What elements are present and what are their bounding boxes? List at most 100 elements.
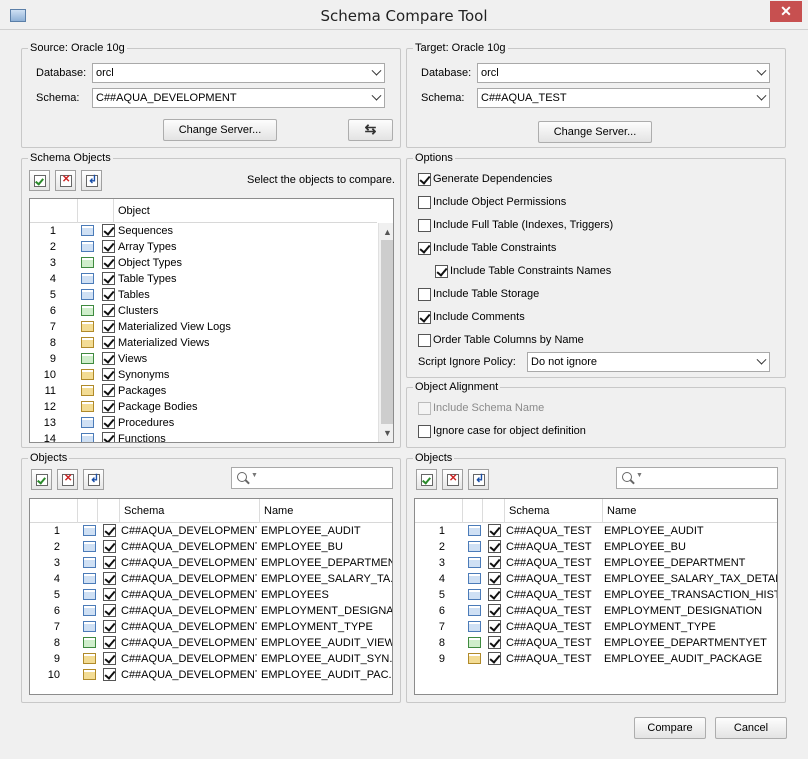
row-checkbox[interactable] [488, 604, 501, 617]
table-row[interactable]: 5 C##AQUA_DEVELOPMENT EMPLOYEES [30, 587, 392, 603]
table-row[interactable]: 6 C##AQUA_DEVELOPMENT EMPLOYMENT_DESIGNA..… [30, 603, 392, 619]
target-invert-icon[interactable] [468, 469, 489, 490]
column-name[interactable]: Name [260, 499, 392, 523]
option-checkbox[interactable] [418, 219, 431, 232]
object-checkbox[interactable] [102, 384, 115, 397]
row-checkbox[interactable] [103, 636, 116, 649]
table-row[interactable]: 2 C##AQUA_DEVELOPMENT EMPLOYEE_BU [30, 539, 392, 555]
row-checkbox[interactable] [103, 604, 116, 617]
table-row[interactable]: 9 C##AQUA_TEST EMPLOYEE_AUDIT_PACKAGE [415, 651, 777, 667]
row-checkbox[interactable] [103, 540, 116, 553]
object-checkbox[interactable] [102, 432, 115, 442]
object-checkbox[interactable] [102, 272, 115, 285]
row-checkbox[interactable] [103, 588, 116, 601]
source-search-input[interactable]: ▼ [231, 467, 393, 489]
row-checkbox[interactable] [103, 556, 116, 569]
column-object[interactable]: Object [114, 199, 377, 223]
row-checkbox[interactable] [488, 540, 501, 553]
ignore-case-checkbox[interactable] [418, 425, 431, 438]
option-checkbox[interactable] [418, 173, 431, 186]
object-checkbox[interactable] [102, 352, 115, 365]
cancel-button[interactable]: Cancel [715, 717, 787, 739]
object-checkbox[interactable] [102, 336, 115, 349]
row-checkbox[interactable] [488, 524, 501, 537]
invert-selection-icon[interactable] [81, 170, 102, 191]
select-all-icon[interactable] [29, 170, 50, 191]
list-item[interactable]: 1 Sequences [30, 223, 377, 239]
option-checkbox[interactable] [418, 334, 431, 347]
object-checkbox[interactable] [102, 224, 115, 237]
object-checkbox[interactable] [102, 288, 115, 301]
object-checkbox[interactable] [102, 256, 115, 269]
list-item[interactable]: 9 Views [30, 351, 377, 367]
table-row[interactable]: 5 C##AQUA_TEST EMPLOYEE_TRANSACTION_HIST..… [415, 587, 777, 603]
row-checkbox[interactable] [488, 620, 501, 633]
option-checkbox[interactable] [418, 196, 431, 209]
row-checkbox[interactable] [488, 636, 501, 649]
list-item[interactable]: 10 Synonyms [30, 367, 377, 383]
list-item[interactable]: 11 Packages [30, 383, 377, 399]
table-row[interactable]: 9 C##AQUA_DEVELOPMENT EMPLOYEE_AUDIT_SYN..… [30, 651, 392, 667]
target-select-all-icon[interactable] [416, 469, 437, 490]
close-button[interactable]: ✕ [770, 1, 802, 22]
source-select-all-icon[interactable] [31, 469, 52, 490]
table-row[interactable]: 10 C##AQUA_DEVELOPMENT EMPLOYEE_AUDIT_PAC.… [30, 667, 392, 683]
row-checkbox[interactable] [488, 572, 501, 585]
row-checkbox[interactable] [103, 668, 116, 681]
column-schema[interactable]: Schema [120, 499, 260, 523]
table-row[interactable]: 2 C##AQUA_TEST EMPLOYEE_BU [415, 539, 777, 555]
include-schema-name-checkbox[interactable] [418, 402, 431, 415]
source-deselect-all-icon[interactable] [57, 469, 78, 490]
row-checkbox[interactable] [103, 620, 116, 633]
list-item[interactable]: 4 Table Types [30, 271, 377, 287]
target-database-combo[interactable]: orcl [477, 63, 770, 83]
table-row[interactable]: 7 C##AQUA_TEST EMPLOYMENT_TYPE [415, 619, 777, 635]
table-row[interactable]: 3 C##AQUA_TEST EMPLOYEE_DEPARTMENT [415, 555, 777, 571]
object-checkbox[interactable] [102, 368, 115, 381]
object-checkbox[interactable] [102, 240, 115, 253]
object-checkbox[interactable] [102, 320, 115, 333]
schema-objects-scrollbar[interactable]: ▲ ▼ [378, 223, 393, 442]
table-row[interactable]: 3 C##AQUA_DEVELOPMENT EMPLOYEE_DEPARTMENT [30, 555, 392, 571]
column-schema[interactable]: Schema [505, 499, 603, 523]
table-row[interactable]: 8 C##AQUA_DEVELOPMENT EMPLOYEE_AUDIT_VIEW [30, 635, 392, 651]
column-name[interactable]: Name [603, 499, 777, 523]
source-change-server-button[interactable]: Change Server... [163, 119, 277, 141]
option-checkbox[interactable] [418, 288, 431, 301]
deselect-all-icon[interactable] [55, 170, 76, 191]
list-item[interactable]: 3 Object Types [30, 255, 377, 271]
row-checkbox[interactable] [103, 652, 116, 665]
row-checkbox[interactable] [488, 588, 501, 601]
option-checkbox[interactable] [435, 265, 448, 278]
list-item[interactable]: 12 Package Bodies [30, 399, 377, 415]
list-item[interactable]: 14 Functions [30, 431, 377, 442]
source-invert-icon[interactable] [83, 469, 104, 490]
target-schema-combo[interactable]: C##AQUA_TEST [477, 88, 770, 108]
table-row[interactable]: 7 C##AQUA_DEVELOPMENT EMPLOYMENT_TYPE [30, 619, 392, 635]
list-item[interactable]: 6 Clusters [30, 303, 377, 319]
list-item[interactable]: 5 Tables [30, 287, 377, 303]
target-change-server-button[interactable]: Change Server... [538, 121, 652, 143]
object-checkbox[interactable] [102, 400, 115, 413]
row-checkbox[interactable] [103, 524, 116, 537]
compare-button[interactable]: Compare [634, 717, 706, 739]
list-item[interactable]: 8 Materialized Views [30, 335, 377, 351]
table-row[interactable]: 4 C##AQUA_DEVELOPMENT EMPLOYEE_SALARY_TA..… [30, 571, 392, 587]
table-row[interactable]: 1 C##AQUA_TEST EMPLOYEE_AUDIT [415, 523, 777, 539]
table-row[interactable]: 6 C##AQUA_TEST EMPLOYMENT_DESIGNATION [415, 603, 777, 619]
table-row[interactable]: 1 C##AQUA_DEVELOPMENT EMPLOYEE_AUDIT [30, 523, 392, 539]
object-checkbox[interactable] [102, 416, 115, 429]
source-schema-combo[interactable]: C##AQUA_DEVELOPMENT [92, 88, 385, 108]
scroll-thumb[interactable] [381, 240, 393, 424]
option-checkbox[interactable] [418, 242, 431, 255]
row-checkbox[interactable] [103, 572, 116, 585]
list-item[interactable]: 13 Procedures [30, 415, 377, 431]
object-checkbox[interactable] [102, 304, 115, 317]
ignore-policy-combo[interactable]: Do not ignore [527, 352, 770, 372]
option-checkbox[interactable] [418, 311, 431, 324]
table-row[interactable]: 8 C##AQUA_TEST EMPLOYEE_DEPARTMENTYET [415, 635, 777, 651]
list-item[interactable]: 2 Array Types [30, 239, 377, 255]
row-checkbox[interactable] [488, 652, 501, 665]
row-checkbox[interactable] [488, 556, 501, 569]
list-item[interactable]: 7 Materialized View Logs [30, 319, 377, 335]
